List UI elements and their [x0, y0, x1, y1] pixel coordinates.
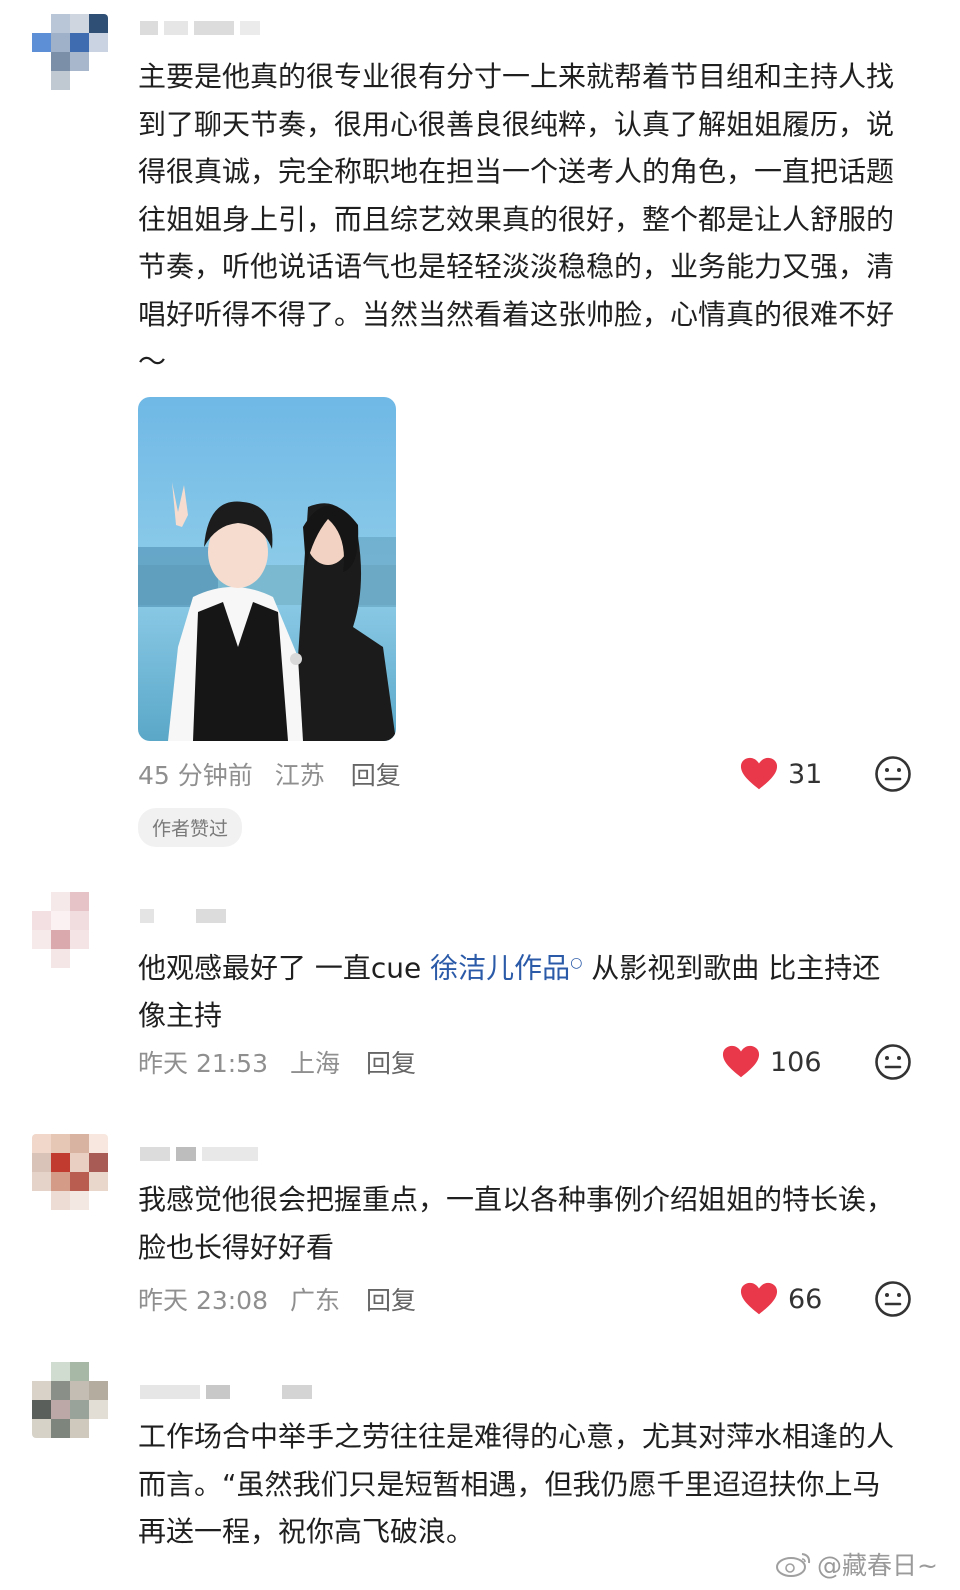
username-obscured[interactable] [140, 18, 300, 38]
neutral-face-icon[interactable] [874, 1043, 912, 1081]
comment-time: 45 分钟前 [138, 761, 253, 790]
like-count: 66 [788, 1283, 823, 1315]
comment-text: 主要是他真的很专业很有分寸一上来就帮着节目组和主持人找到了聊天节奏，很用心很善良… [138, 60, 895, 378]
watermark: @藏春日~ [775, 1546, 938, 1582]
comment-meta: 昨天 21:53 上海 回复 [138, 1044, 416, 1080]
comment-meta: 昨天 23:08 广东 回复 [138, 1281, 416, 1317]
like-count: 31 [788, 758, 823, 790]
reply-button[interactable]: 回复 [366, 1281, 416, 1317]
like-button[interactable]: 31 [740, 756, 822, 792]
watermark-text: @藏春日~ [817, 1551, 938, 1580]
avatar[interactable] [32, 892, 108, 968]
weibo-logo [776, 1553, 811, 1577]
comment-location: 上海 [290, 1049, 341, 1078]
comment-time: 昨天 21:53 [138, 1049, 268, 1078]
avatar[interactable] [32, 14, 108, 90]
like-button[interactable]: 106 [722, 1044, 822, 1080]
comment-location: 广东 [290, 1286, 341, 1315]
author-liked-badge: 作者赞过 [138, 808, 243, 847]
username-obscured[interactable] [140, 906, 300, 926]
avatar[interactable] [32, 1134, 108, 1210]
heart-icon [740, 757, 778, 790]
like-button[interactable]: 66 [740, 1281, 822, 1317]
avatar[interactable] [32, 1362, 108, 1438]
topic-link[interactable]: 徐洁儿作品 [430, 951, 570, 984]
comment-photo[interactable] [138, 397, 396, 741]
heart-icon [740, 1282, 778, 1315]
comment-meta: 45 分钟前 江苏 回复 [138, 756, 401, 792]
search-icon: ○ [570, 955, 583, 971]
heart-icon [722, 1045, 760, 1078]
neutral-face-icon[interactable] [874, 1280, 912, 1318]
comment-text: 工作场合中举手之劳往往是难得的心意，尤其对萍水相逢的人而言。“虽然我们只是短暂相… [138, 1420, 895, 1548]
username-obscured[interactable] [140, 1144, 300, 1164]
comment-location: 江苏 [274, 761, 325, 790]
like-count: 106 [770, 1046, 822, 1078]
comment-time: 昨天 23:08 [138, 1286, 268, 1315]
reply-button[interactable]: 回复 [351, 756, 401, 792]
comment-text-part: 他观感最好了 一直cue [138, 951, 431, 985]
reply-button[interactable]: 回复 [366, 1044, 416, 1080]
username-obscured[interactable] [140, 1382, 350, 1402]
photo-image [138, 397, 396, 741]
neutral-face-icon[interactable] [874, 755, 912, 793]
comment-text: 他观感最好了 一直cue 徐洁儿作品○ 从影视到歌曲 比主持还像主持 [138, 940, 898, 1039]
comment-text: 我感觉他很会把握重点，一直以各种事例介绍姐姐的特长诶，脸也长得好好看 [138, 1183, 895, 1264]
